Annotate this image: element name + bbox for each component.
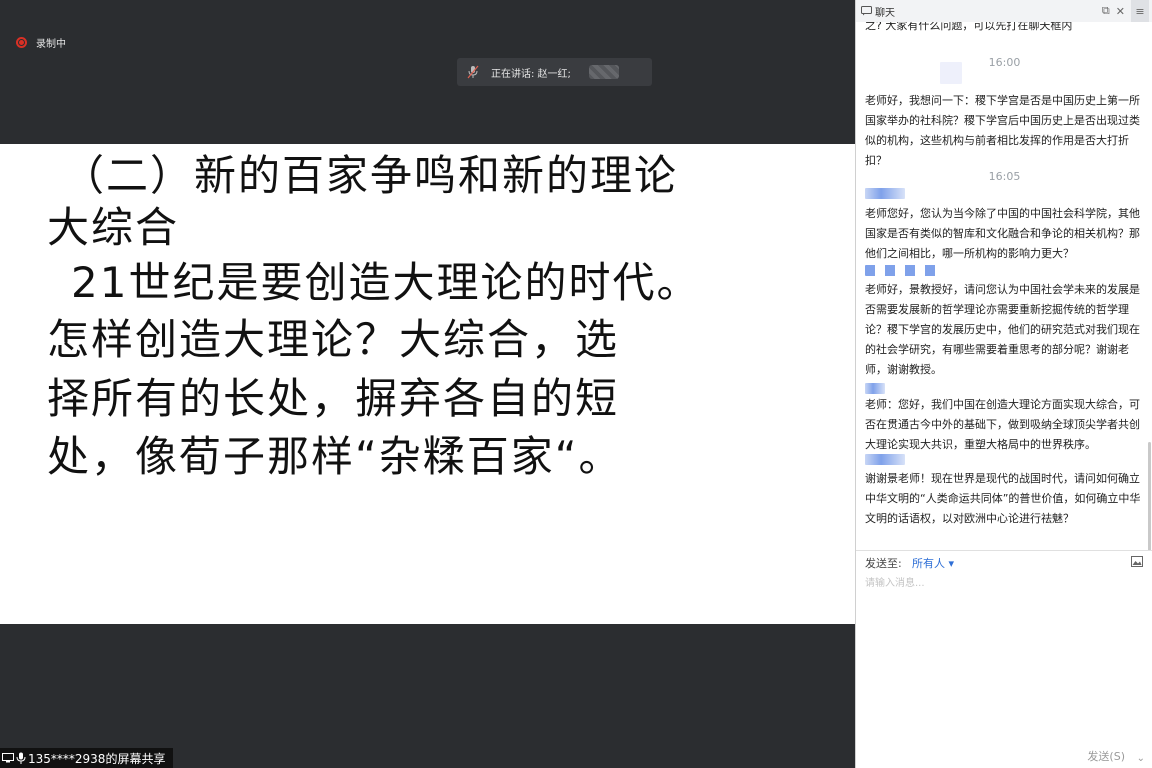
speaking-indicator: 正在讲话: 赵一红; bbox=[457, 58, 652, 86]
chat-message: 老师：您好，我们中国在创造大理论方面实现大综合，可否在贯通古今中外的基础下，做到… bbox=[865, 398, 1140, 451]
screen-share-icon bbox=[2, 753, 14, 763]
send-options-icon[interactable]: ⌄ bbox=[1137, 753, 1145, 764]
video-stage: 录制中 正在讲话: 赵一红; （二）新的百家争鸣和新的理论 大综合 21世纪是要… bbox=[0, 0, 855, 768]
chat-message: 谢谢景老师！现在世界是现代的战国时代，请问如何确立中华文明的“人类命运共同体”的… bbox=[865, 472, 1141, 525]
chat-timestamp: 16:05 bbox=[988, 170, 1021, 183]
send-to-label: 发送至: bbox=[865, 557, 902, 570]
recording-indicator: 录制中 bbox=[16, 35, 66, 50]
chat-message: 老师您好，您认为当今除了中国的中国社会科学院，其他国家是否有类似的智库和文化融合… bbox=[865, 207, 1140, 260]
screen-share-label: 135****2938的屏幕共享 bbox=[28, 751, 166, 766]
slide-body-line-1: 21世纪是要创造大理论的时代。 bbox=[71, 258, 701, 307]
chat-message-list[interactable]: 之? 大家有什么问题，可以先打在聊天框内 16:00 老师好，我想问一下：稷下学… bbox=[856, 22, 1152, 550]
record-icon bbox=[16, 37, 27, 48]
chat-compose: 发送至: 所有人 ▾ 请输入消息... 发送(S) ⌄ bbox=[856, 550, 1152, 768]
recording-label: 录制中 bbox=[36, 39, 66, 50]
screen-share-badge: 135****2938的屏幕共享 bbox=[0, 748, 174, 768]
chat-panel: 聊天 ⧉ ✕ ≡ 之? 大家有什么问题，可以先打在聊天框内 16:00 老师好，… bbox=[855, 0, 1152, 768]
chat-scrollbar[interactable] bbox=[1148, 442, 1151, 550]
redacted-sender bbox=[865, 454, 905, 465]
slide-body-line-3: 择所有的长处，摒弃各自的短 bbox=[47, 374, 620, 423]
popout-icon[interactable]: ⧉ bbox=[1102, 4, 1110, 18]
speaking-label: 正在讲话: 赵一红; bbox=[491, 68, 571, 80]
chat-title: 聊天 bbox=[875, 7, 895, 19]
slide-heading-line-2: 大综合 bbox=[47, 203, 180, 252]
send-target-dropdown[interactable]: 所有人 ▾ bbox=[912, 555, 954, 571]
chat-message: 老师好，我想问一下：稷下学宫是否是中国历史上第一所国家举办的社科院？稷下学宫后中… bbox=[865, 94, 1140, 167]
microphone-icon bbox=[16, 752, 26, 764]
slide-body-line-2: 怎样创造大理论？大综合，选 bbox=[47, 315, 620, 364]
redacted-sender bbox=[865, 265, 940, 276]
chat-message: 之? 大家有什么问题，可以先打在聊天框内 bbox=[865, 22, 1073, 32]
redacted-sender bbox=[865, 383, 885, 394]
slide-heading-line-1: （二）新的百家争鸣和新的理论 bbox=[62, 151, 679, 200]
image-icon[interactable] bbox=[1131, 556, 1143, 567]
send-button[interactable]: 发送(S) bbox=[1087, 748, 1125, 764]
menu-icon[interactable]: ≡ bbox=[1131, 0, 1149, 22]
shared-slide: （二）新的百家争鸣和新的理论 大综合 21世纪是要创造大理论的时代。 怎样创造大… bbox=[0, 144, 855, 624]
redacted-sender bbox=[865, 188, 905, 199]
slide-body-line-4: 处，像荀子那样“杂糅百家“。 bbox=[47, 432, 623, 481]
chat-icon bbox=[861, 6, 872, 16]
close-icon[interactable]: ✕ bbox=[1116, 5, 1125, 18]
chat-timestamp: 16:00 bbox=[988, 56, 1021, 69]
message-input[interactable]: 请输入消息... bbox=[865, 574, 925, 589]
muted-mic-icon bbox=[467, 65, 479, 79]
chat-header: 聊天 ⧉ ✕ ≡ bbox=[856, 0, 1152, 22]
redacted-name bbox=[588, 65, 619, 79]
chat-message: 老师好，景教授好，请问您认为中国社会学未来的发展是否需要发展新的哲学理论亦需要重… bbox=[865, 283, 1140, 376]
